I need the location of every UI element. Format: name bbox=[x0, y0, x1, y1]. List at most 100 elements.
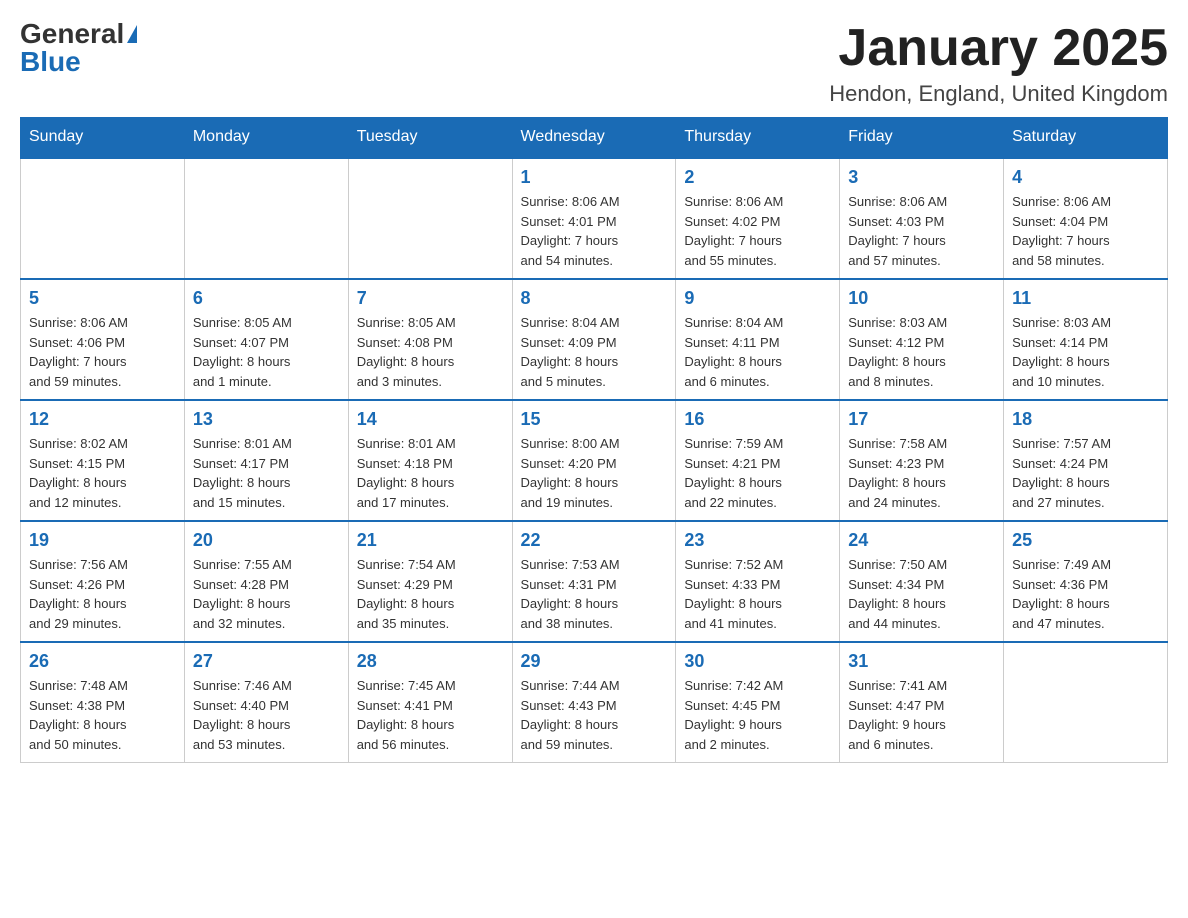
day-number: 26 bbox=[29, 651, 176, 672]
day-info: Sunrise: 7:42 AM Sunset: 4:45 PM Dayligh… bbox=[684, 676, 831, 754]
logo-blue-text: Blue bbox=[20, 48, 81, 76]
week-row-2: 5Sunrise: 8:06 AM Sunset: 4:06 PM Daylig… bbox=[21, 279, 1168, 400]
day-cell: 13 Sunrise: 8:01 AM Sunset: 4:17 PM Dayli… bbox=[184, 400, 348, 521]
day-info: Sunrise: 8:01 AM Sunset: 4:18 PM Dayligh… bbox=[357, 434, 504, 512]
day-info: Sunrise: 8:06 AM Sunset: 4:06 PM Dayligh… bbox=[29, 313, 176, 391]
day-cell: 15 Sunrise: 8:00 AM Sunset: 4:20 PM Dayli… bbox=[512, 400, 676, 521]
day-number: 20 bbox=[193, 530, 340, 551]
day-number: 16 bbox=[684, 409, 831, 430]
day-cell: 24 Sunrise: 7:50 AM Sunset: 4:34 PM Dayli… bbox=[840, 521, 1004, 642]
day-number: 8 bbox=[521, 288, 668, 309]
day-info: Sunrise: 7:54 AM Sunset: 4:29 PM Dayligh… bbox=[357, 555, 504, 633]
day-cell: 28 Sunrise: 7:45 AM Sunset: 4:41 PM Dayli… bbox=[348, 642, 512, 763]
day-number: 13 bbox=[193, 409, 340, 430]
week-row-3: 12Sunrise: 8:02 AM Sunset: 4:15 PM Dayli… bbox=[21, 400, 1168, 521]
day-cell bbox=[348, 158, 512, 280]
day-cell: 16 Sunrise: 7:59 AM Sunset: 4:21 PM Dayli… bbox=[676, 400, 840, 521]
day-info: Sunrise: 7:49 AM Sunset: 4:36 PM Dayligh… bbox=[1012, 555, 1159, 633]
day-cell: 5Sunrise: 8:06 AM Sunset: 4:06 PM Daylig… bbox=[21, 279, 185, 400]
day-info: Sunrise: 7:41 AM Sunset: 4:47 PM Dayligh… bbox=[848, 676, 995, 754]
day-info: Sunrise: 7:50 AM Sunset: 4:34 PM Dayligh… bbox=[848, 555, 995, 633]
day-number: 31 bbox=[848, 651, 995, 672]
day-number: 14 bbox=[357, 409, 504, 430]
column-header-thursday: Thursday bbox=[676, 118, 840, 158]
day-cell: 31 Sunrise: 7:41 AM Sunset: 4:47 PM Dayli… bbox=[840, 642, 1004, 763]
day-number: 15 bbox=[521, 409, 668, 430]
day-cell: 30Sunrise: 7:42 AM Sunset: 4:45 PM Dayli… bbox=[676, 642, 840, 763]
day-cell bbox=[1004, 642, 1168, 763]
day-cell: 17 Sunrise: 7:58 AM Sunset: 4:23 PM Dayli… bbox=[840, 400, 1004, 521]
day-info: Sunrise: 8:05 AM Sunset: 4:08 PM Dayligh… bbox=[357, 313, 504, 391]
day-number: 2 bbox=[684, 167, 831, 188]
day-number: 7 bbox=[357, 288, 504, 309]
day-cell: 27 Sunrise: 7:46 AM Sunset: 4:40 PM Dayli… bbox=[184, 642, 348, 763]
day-info: Sunrise: 8:04 AM Sunset: 4:11 PM Dayligh… bbox=[684, 313, 831, 391]
day-info: Sunrise: 8:00 AM Sunset: 4:20 PM Dayligh… bbox=[521, 434, 668, 512]
day-number: 9 bbox=[684, 288, 831, 309]
day-info: Sunrise: 7:46 AM Sunset: 4:40 PM Dayligh… bbox=[193, 676, 340, 754]
page-header: General Blue January 2025 Hendon, Englan… bbox=[20, 20, 1168, 107]
calendar-title: January 2025 bbox=[829, 20, 1168, 77]
day-cell: 22Sunrise: 7:53 AM Sunset: 4:31 PM Dayli… bbox=[512, 521, 676, 642]
day-cell bbox=[184, 158, 348, 280]
title-section: January 2025 Hendon, England, United Kin… bbox=[829, 20, 1168, 107]
day-info: Sunrise: 7:57 AM Sunset: 4:24 PM Dayligh… bbox=[1012, 434, 1159, 512]
day-cell: 20 Sunrise: 7:55 AM Sunset: 4:28 PM Dayli… bbox=[184, 521, 348, 642]
day-info: Sunrise: 7:53 AM Sunset: 4:31 PM Dayligh… bbox=[521, 555, 668, 633]
day-number: 11 bbox=[1012, 288, 1159, 309]
day-cell: 14 Sunrise: 8:01 AM Sunset: 4:18 PM Dayli… bbox=[348, 400, 512, 521]
day-info: Sunrise: 8:05 AM Sunset: 4:07 PM Dayligh… bbox=[193, 313, 340, 391]
day-cell: 19 Sunrise: 7:56 AM Sunset: 4:26 PM Dayli… bbox=[21, 521, 185, 642]
day-cell: 8Sunrise: 8:04 AM Sunset: 4:09 PM Daylig… bbox=[512, 279, 676, 400]
column-header-monday: Monday bbox=[184, 118, 348, 158]
day-number: 19 bbox=[29, 530, 176, 551]
day-cell: 7 Sunrise: 8:05 AM Sunset: 4:08 PM Daylig… bbox=[348, 279, 512, 400]
day-info: Sunrise: 8:03 AM Sunset: 4:12 PM Dayligh… bbox=[848, 313, 995, 391]
day-info: Sunrise: 8:06 AM Sunset: 4:04 PM Dayligh… bbox=[1012, 192, 1159, 270]
day-info: Sunrise: 7:45 AM Sunset: 4:41 PM Dayligh… bbox=[357, 676, 504, 754]
day-cell: 29Sunrise: 7:44 AM Sunset: 4:43 PM Dayli… bbox=[512, 642, 676, 763]
column-header-saturday: Saturday bbox=[1004, 118, 1168, 158]
day-cell: 12Sunrise: 8:02 AM Sunset: 4:15 PM Dayli… bbox=[21, 400, 185, 521]
day-number: 21 bbox=[357, 530, 504, 551]
day-cell bbox=[21, 158, 185, 280]
day-cell: 25Sunrise: 7:49 AM Sunset: 4:36 PM Dayli… bbox=[1004, 521, 1168, 642]
week-row-1: 1 Sunrise: 8:06 AM Sunset: 4:01 PM Daylig… bbox=[21, 158, 1168, 280]
day-cell: 21 Sunrise: 7:54 AM Sunset: 4:29 PM Dayli… bbox=[348, 521, 512, 642]
day-number: 10 bbox=[848, 288, 995, 309]
day-cell: 10 Sunrise: 8:03 AM Sunset: 4:12 PM Dayli… bbox=[840, 279, 1004, 400]
day-number: 28 bbox=[357, 651, 504, 672]
day-info: Sunrise: 8:06 AM Sunset: 4:02 PM Dayligh… bbox=[684, 192, 831, 270]
day-cell: 2 Sunrise: 8:06 AM Sunset: 4:02 PM Daylig… bbox=[676, 158, 840, 280]
day-number: 24 bbox=[848, 530, 995, 551]
day-cell: 18Sunrise: 7:57 AM Sunset: 4:24 PM Dayli… bbox=[1004, 400, 1168, 521]
day-info: Sunrise: 8:06 AM Sunset: 4:01 PM Dayligh… bbox=[521, 192, 668, 270]
day-info: Sunrise: 8:02 AM Sunset: 4:15 PM Dayligh… bbox=[29, 434, 176, 512]
day-info: Sunrise: 7:58 AM Sunset: 4:23 PM Dayligh… bbox=[848, 434, 995, 512]
week-row-4: 19 Sunrise: 7:56 AM Sunset: 4:26 PM Dayli… bbox=[21, 521, 1168, 642]
logo: General Blue bbox=[20, 20, 137, 76]
day-cell: 4 Sunrise: 8:06 AM Sunset: 4:04 PM Daylig… bbox=[1004, 158, 1168, 280]
day-info: Sunrise: 7:59 AM Sunset: 4:21 PM Dayligh… bbox=[684, 434, 831, 512]
logo-general-text: General bbox=[20, 20, 124, 48]
day-number: 29 bbox=[521, 651, 668, 672]
day-info: Sunrise: 7:56 AM Sunset: 4:26 PM Dayligh… bbox=[29, 555, 176, 633]
day-number: 1 bbox=[521, 167, 668, 188]
day-number: 27 bbox=[193, 651, 340, 672]
column-header-friday: Friday bbox=[840, 118, 1004, 158]
calendar-table: SundayMondayTuesdayWednesdayThursdayFrid… bbox=[20, 117, 1168, 763]
day-number: 4 bbox=[1012, 167, 1159, 188]
day-number: 23 bbox=[684, 530, 831, 551]
day-info: Sunrise: 8:03 AM Sunset: 4:14 PM Dayligh… bbox=[1012, 313, 1159, 391]
day-info: Sunrise: 8:06 AM Sunset: 4:03 PM Dayligh… bbox=[848, 192, 995, 270]
day-cell: 9 Sunrise: 8:04 AM Sunset: 4:11 PM Daylig… bbox=[676, 279, 840, 400]
week-row-5: 26Sunrise: 7:48 AM Sunset: 4:38 PM Dayli… bbox=[21, 642, 1168, 763]
day-info: Sunrise: 7:55 AM Sunset: 4:28 PM Dayligh… bbox=[193, 555, 340, 633]
column-header-tuesday: Tuesday bbox=[348, 118, 512, 158]
day-number: 17 bbox=[848, 409, 995, 430]
day-cell: 1 Sunrise: 8:06 AM Sunset: 4:01 PM Daylig… bbox=[512, 158, 676, 280]
day-cell: 11 Sunrise: 8:03 AM Sunset: 4:14 PM Dayli… bbox=[1004, 279, 1168, 400]
column-header-wednesday: Wednesday bbox=[512, 118, 676, 158]
column-header-sunday: Sunday bbox=[21, 118, 185, 158]
day-info: Sunrise: 8:01 AM Sunset: 4:17 PM Dayligh… bbox=[193, 434, 340, 512]
